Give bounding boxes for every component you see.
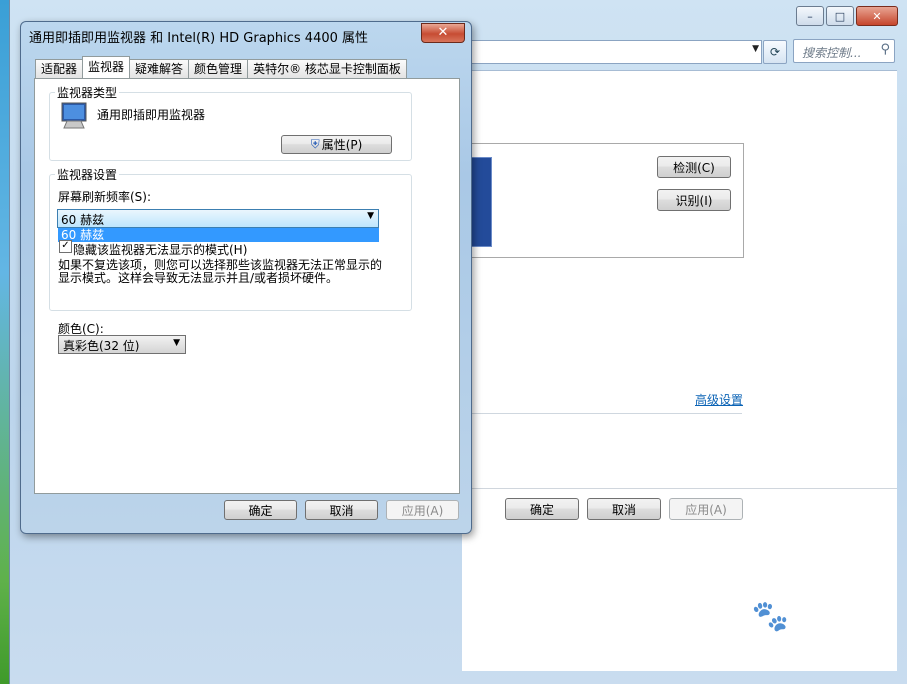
monitor-tab-panel: 监视器类型 通用即插即用监视器 ⛨ 属性(P) 监视器设置 屏幕刷新频率(S):… <box>34 78 460 494</box>
monitor-type-group-label: 监视器类型 <box>55 84 120 101</box>
dialog-title: 通用即插即用监视器 和 Intel(R) HD Graphics 4400 属性 <box>29 31 369 46</box>
search-input[interactable]: 搜索控制... ⚲ <box>793 39 895 63</box>
maximize-button[interactable]: □ <box>826 6 854 26</box>
hide-modes-checkbox[interactable]: ✓ <box>59 240 72 253</box>
chevron-down-icon[interactable]: ▼ <box>752 44 759 54</box>
tab-adapter[interactable]: 适配器 <box>35 59 84 78</box>
tab-color-management[interactable]: 颜色管理 <box>188 59 249 78</box>
baidu-watermark: Bai🐾u经验 jingyan.baidu.com <box>694 587 878 658</box>
advanced-settings-link[interactable]: 高级设置 <box>695 391 743 408</box>
divider <box>462 413 742 414</box>
properties-button[interactable]: ⛨ 属性(P) <box>281 135 392 154</box>
properties-button-label: 属性(P) <box>321 138 363 152</box>
chevron-down-icon[interactable]: ▼ <box>173 338 180 348</box>
watermark-url: jingyan.baidu.com <box>696 643 816 658</box>
watermark-logo: Bai🐾u经验 <box>694 595 878 635</box>
close-button[interactable]: ✕ <box>856 6 898 26</box>
monitor-name: 通用即插即用监视器 <box>97 108 206 122</box>
bg-apply-button[interactable]: 应用(A) <box>669 498 743 520</box>
minimize-button[interactable]: – <box>796 6 824 26</box>
detect-button[interactable]: 检测(C) <box>657 156 731 178</box>
tab-troubleshoot[interactable]: 疑难解答 <box>129 59 190 78</box>
refresh-rate-option[interactable]: 60 赫兹 <box>58 228 379 242</box>
tab-monitor[interactable]: 监视器 <box>82 56 131 78</box>
monitor-settings-group-label: 监视器设置 <box>55 166 120 183</box>
search-icon[interactable]: ⚲ <box>880 42 890 57</box>
chevron-down-icon[interactable]: ▼ <box>367 211 374 221</box>
bg-ok-button[interactable]: 确定 <box>505 498 579 520</box>
cancel-button[interactable]: 取消 <box>305 500 378 520</box>
apply-button[interactable]: 应用(A) <box>386 500 459 520</box>
monitor-icon <box>61 102 87 129</box>
identify-button[interactable]: 识别(I) <box>657 189 731 211</box>
window-controls: – □ ✕ <box>796 6 898 26</box>
refresh-rate-value: 60 赫兹 <box>61 213 105 227</box>
address-bar[interactable]: ▼ <box>470 40 762 64</box>
refresh-rate-select[interactable]: 60 赫兹 ▼ <box>57 209 379 228</box>
search-placeholder: 搜索控制... <box>802 46 862 60</box>
ok-button[interactable]: 确定 <box>224 500 297 520</box>
color-depth-select[interactable]: 真彩色(32 位) ▼ <box>58 335 186 354</box>
shield-icon: ⛨ <box>310 137 320 151</box>
divider <box>462 488 897 489</box>
refresh-rate-label: 屏幕刷新频率(S): <box>58 190 152 204</box>
color-depth-value: 真彩色(32 位) <box>63 339 140 353</box>
warning-text-line2: 显示模式。这样会导致无法显示并且/或者损坏硬件。 <box>58 271 339 285</box>
refresh-icon[interactable]: ⟳ <box>763 40 787 64</box>
monitor-properties-dialog: 通用即插即用监视器 和 Intel(R) HD Graphics 4400 属性… <box>20 21 472 534</box>
dialog-close-button[interactable]: ✕ <box>421 23 465 43</box>
bg-cancel-button[interactable]: 取消 <box>587 498 661 520</box>
tab-intel-control-panel[interactable]: 英特尔® 核芯显卡控制面板 <box>247 59 407 78</box>
tab-strip: 适配器 监视器 疑难解答 颜色管理 英特尔® 核芯显卡控制面板 <box>35 56 407 78</box>
